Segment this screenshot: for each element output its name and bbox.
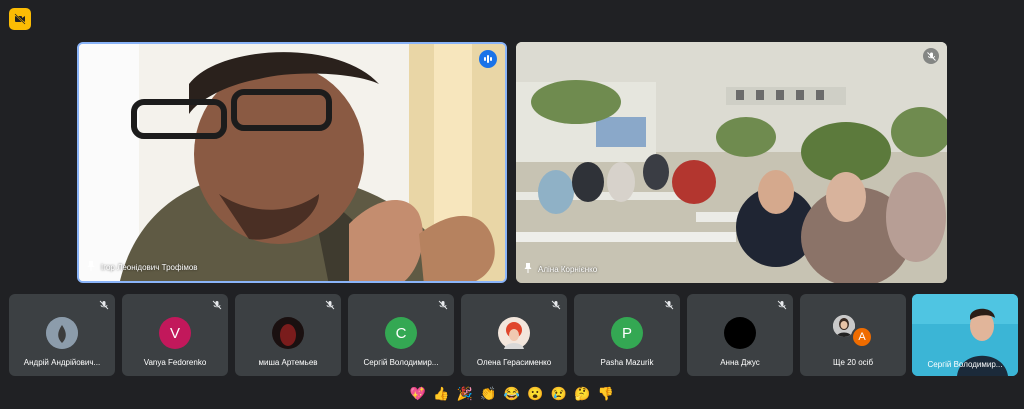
avatar	[272, 317, 304, 349]
mic-off-icon	[212, 300, 222, 310]
mic-off-icon	[438, 300, 448, 310]
participant-name: Олена Герасименко	[476, 358, 552, 367]
avatar	[498, 317, 530, 349]
thumbs-down-reaction-button[interactable]: 👎	[595, 383, 617, 405]
avatar: C	[385, 317, 417, 349]
avatar: P	[611, 317, 643, 349]
participant-name: Андрій Андрійович...	[23, 358, 101, 367]
participant-strip: Андрій Андрійович... V Vanya Fedorenko м…	[9, 294, 1018, 376]
thumbs-up-reaction-button[interactable]: 👍	[431, 383, 453, 405]
heart-reaction-button[interactable]: 💖	[407, 383, 429, 405]
more-participants-tile[interactable]: A Ще 20 осіб	[800, 294, 906, 376]
participant-name: Аліна Корнієнко	[538, 264, 598, 274]
mic-off-icon	[664, 300, 674, 310]
thinking-reaction-button[interactable]: 🤔	[572, 383, 594, 405]
speaking-indicator-icon	[479, 50, 497, 68]
speaker-name: Ігор Леонідович Трофімов	[101, 262, 198, 272]
participant-name: Сергій Володимир...	[927, 360, 1003, 369]
tile-name: Аліна Корнієнко	[524, 263, 597, 275]
participant-tile[interactable]: миша Артемьев	[235, 294, 341, 376]
participant-tile[interactable]: Олена Герасименко	[461, 294, 567, 376]
clap-reaction-button[interactable]: 👏	[478, 383, 500, 405]
participant-name: Сергій Володимир...	[363, 358, 439, 367]
participant-name: Vanya Fedorenko	[143, 358, 207, 367]
mic-off-icon	[325, 300, 335, 310]
participant-tile[interactable]: Анна Джус	[687, 294, 793, 376]
classroom-video	[516, 42, 947, 283]
avatar: V	[159, 317, 191, 349]
avatar	[724, 317, 756, 349]
surprised-reaction-button[interactable]: 😮	[525, 383, 547, 405]
participant-tile[interactable]: Андрій Андрійович...	[9, 294, 115, 376]
mic-off-icon	[777, 300, 787, 310]
participant-name: Pasha Mazurik	[600, 358, 654, 367]
pin-icon[interactable]	[87, 261, 95, 273]
reactions-bar: 💖 👍 🎉 👏 😂 😮 😢 🤔 👎	[403, 381, 621, 407]
participant-tile[interactable]: C Сергій Володимир...	[348, 294, 454, 376]
avatar	[46, 317, 78, 349]
more-participants-label: Ще 20 осіб	[832, 358, 874, 367]
self-view-tile[interactable]: Сергій Володимир...	[912, 294, 1018, 376]
main-video-tile[interactable]: Аліна Корнієнко	[516, 42, 947, 283]
mic-off-icon	[99, 300, 109, 310]
participant-tile[interactable]: V Vanya Fedorenko	[122, 294, 228, 376]
camera-off-badge-icon[interactable]	[9, 8, 31, 30]
party-reaction-button[interactable]: 🎉	[454, 383, 476, 405]
mic-off-icon	[551, 300, 561, 310]
pin-icon[interactable]	[524, 263, 532, 275]
laugh-reaction-button[interactable]: 😂	[501, 383, 523, 405]
main-video-tile[interactable]: Ігор Леонідович Трофімов	[77, 42, 507, 283]
mic-off-icon	[923, 48, 939, 64]
sad-reaction-button[interactable]: 😢	[548, 383, 570, 405]
speaker-video	[79, 44, 505, 281]
participant-name: Анна Джус	[720, 358, 760, 367]
participant-tile[interactable]: P Pasha Mazurik	[574, 294, 680, 376]
participant-name: миша Артемьев	[258, 358, 318, 367]
tile-name: Ігор Леонідович Трофімов	[87, 261, 198, 273]
avatar-stack: A	[833, 315, 873, 348]
avatar: A	[851, 326, 873, 348]
